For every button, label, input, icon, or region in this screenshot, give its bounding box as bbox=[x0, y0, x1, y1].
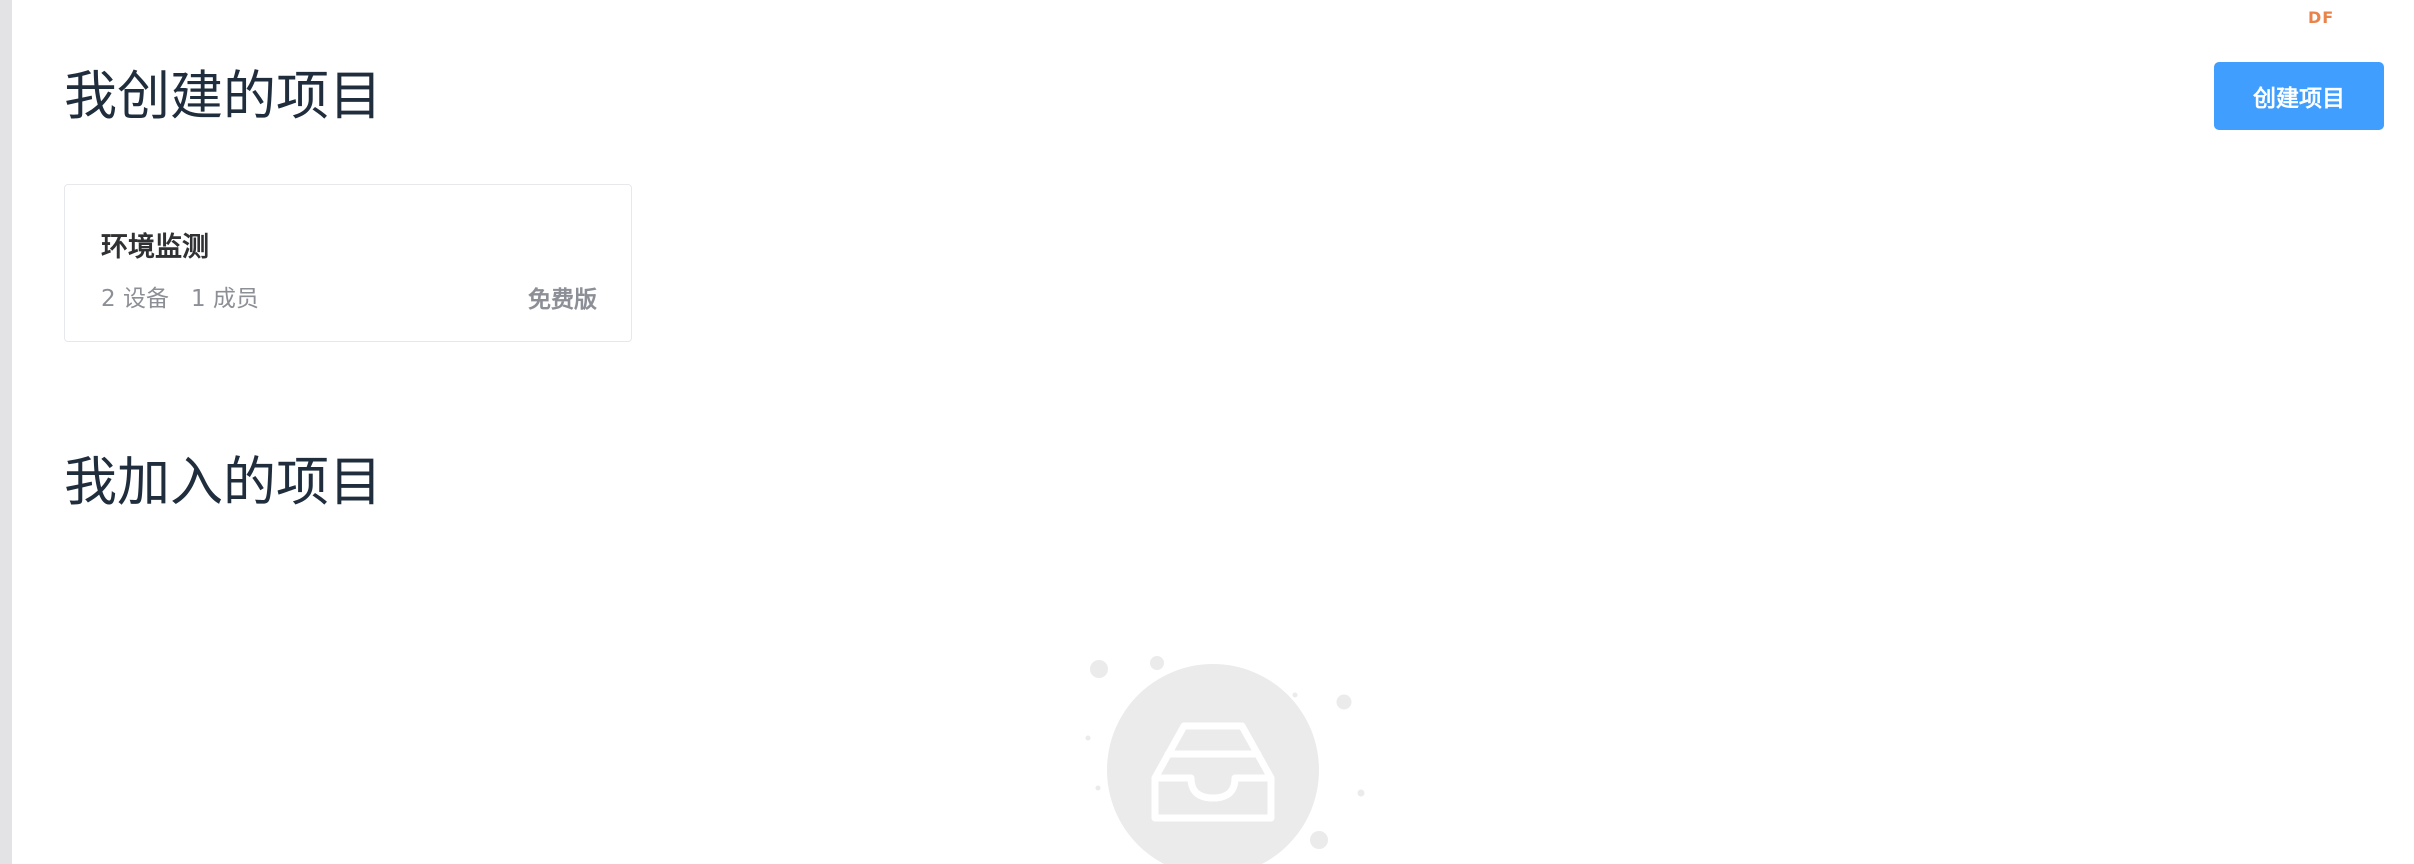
left-rail-edge bbox=[0, 0, 12, 864]
project-name: 环境监测 bbox=[101, 232, 209, 263]
project-meta: 2 设备 1 成员 bbox=[101, 279, 259, 313]
create-project-button[interactable]: 创建项目 bbox=[2214, 62, 2384, 130]
project-card[interactable]: 环境监测 2 设备 1 成员 免费版 bbox=[64, 184, 632, 342]
empty-inbox-illustration bbox=[1085, 656, 1365, 864]
joined-projects-title: 我加入的项目 bbox=[64, 452, 382, 513]
project-list-page: DF 我创建的项目 创建项目 环境监测 2 设备 1 成员 免费版 我加入的项目 bbox=[0, 0, 2414, 864]
brand-logo: DF bbox=[2308, 8, 2335, 27]
project-device-count: 2 设备 bbox=[101, 286, 169, 312]
project-member-count: 1 成员 bbox=[190, 286, 259, 312]
empty-backdrop-circle bbox=[1107, 664, 1319, 864]
project-plan-badge: 免费版 bbox=[528, 287, 597, 313]
created-projects-title: 我创建的项目 bbox=[64, 66, 382, 127]
